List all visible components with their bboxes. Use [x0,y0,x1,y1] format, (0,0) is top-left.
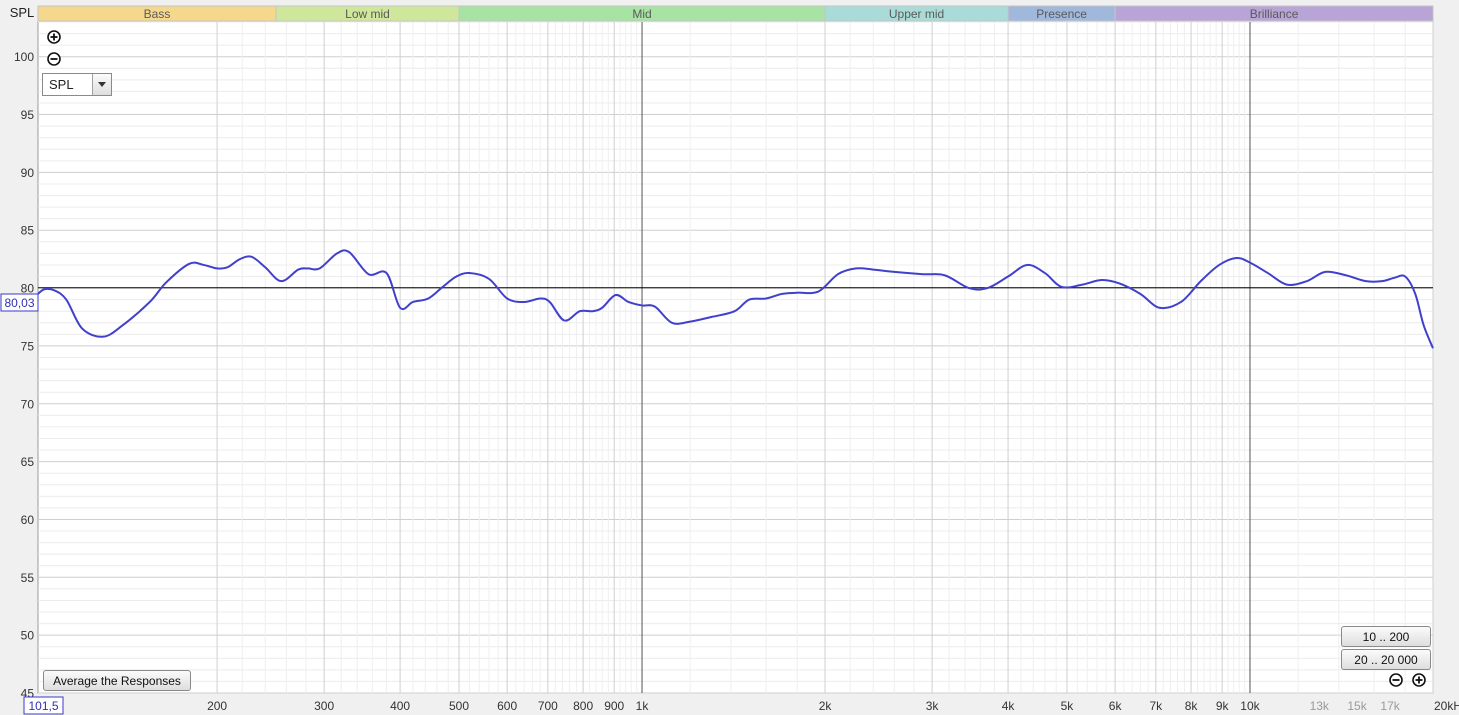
cursor-x-readout: 101,5 [23,696,64,715]
x-tick-label: 9k [1216,699,1230,713]
x-tick-label: 15k [1347,699,1367,713]
x-tick-label: 10k [1240,699,1260,713]
spl-chart[interactable]: Bass Low mid Mid Upper mid Presence Brillianc… [0,0,1459,715]
range-10-200-button[interactable]: 10 .. 200 [1341,626,1431,647]
x-tick-label: 17k [1380,699,1400,713]
x-tick-label: 3k [926,699,940,713]
x-zoom-out-icon[interactable] [1389,673,1403,687]
x-tick-label: 8k [1185,699,1199,713]
x-tick-label: 300 [314,699,334,713]
x-tick-label: 5k [1061,699,1075,713]
y-tick-label: 70 [21,397,35,411]
zoom-out-icon[interactable] [47,52,61,66]
band-label: Presence [1036,7,1087,21]
cursor-x-readout-text: 101,5 [28,699,58,713]
x-tick-label: 4k [1002,699,1016,713]
y-tick-label: 80 [21,282,35,296]
y-tick-label: 95 [21,108,35,122]
y-tick-label: 65 [21,455,35,469]
x-tick-label: 20kHz [1434,699,1459,713]
cursor-y-readout-text: 80,03 [4,296,34,310]
y-axis-title: SPL [10,5,35,20]
range-20-20000-button[interactable]: 20 .. 20 000 [1341,649,1431,670]
average-responses-button[interactable]: Average the Responses [43,670,191,691]
y-tick-label: 60 [21,513,35,527]
x-tick-label: 800 [573,699,593,713]
frequency-band-bar[interactable]: Bass Low mid Mid Upper mid Presence Brillianc… [37,5,1434,22]
x-tick-label: 2k [819,699,833,713]
x-tick-label: 900 [604,699,624,713]
y-tick-label: 90 [21,166,35,180]
band-label: Brilliance [1250,7,1299,21]
rew-spl-graph-window: Bass Low mid Mid Upper mid Presence Brillianc… [0,0,1459,715]
band-label: Upper mid [889,7,944,21]
x-tick-label: 13k [1310,699,1330,713]
x-tick-label: 1k [636,699,650,713]
x-zoom-in-icon[interactable] [1412,673,1426,687]
x-tick-label: 600 [497,699,517,713]
y-tick-label: 55 [21,571,35,585]
x-tick-label: 700 [538,699,558,713]
y-tick-label: 85 [21,224,35,238]
y-tick-labels: 1009590858075706560555045 [14,50,34,700]
y-tick-label: 100 [14,50,34,64]
band-label: Mid [632,7,651,21]
y-tick-label: 50 [21,629,35,643]
x-tick-label: 200 [207,699,227,713]
x-tick-label: 7k [1149,699,1163,713]
x-tick-label: 6k [1109,699,1123,713]
measurement-select-value: SPL [49,77,74,92]
x-tick-label: 500 [449,699,469,713]
zoom-in-icon[interactable] [47,30,61,44]
measurement-select[interactable]: SPL [42,73,112,96]
band-label: Bass [144,7,171,21]
chevron-down-icon[interactable] [92,74,111,95]
x-tick-labels: 200 300 400 500 600 700 800 900 1k 2k 3k 4k 5k 6k 7k 8k… [207,699,1459,713]
y-tick-label: 75 [21,339,35,353]
band-label: Low mid [345,7,390,21]
cursor-y-readout: 80,03 [0,293,39,312]
x-tick-label: 400 [390,699,410,713]
